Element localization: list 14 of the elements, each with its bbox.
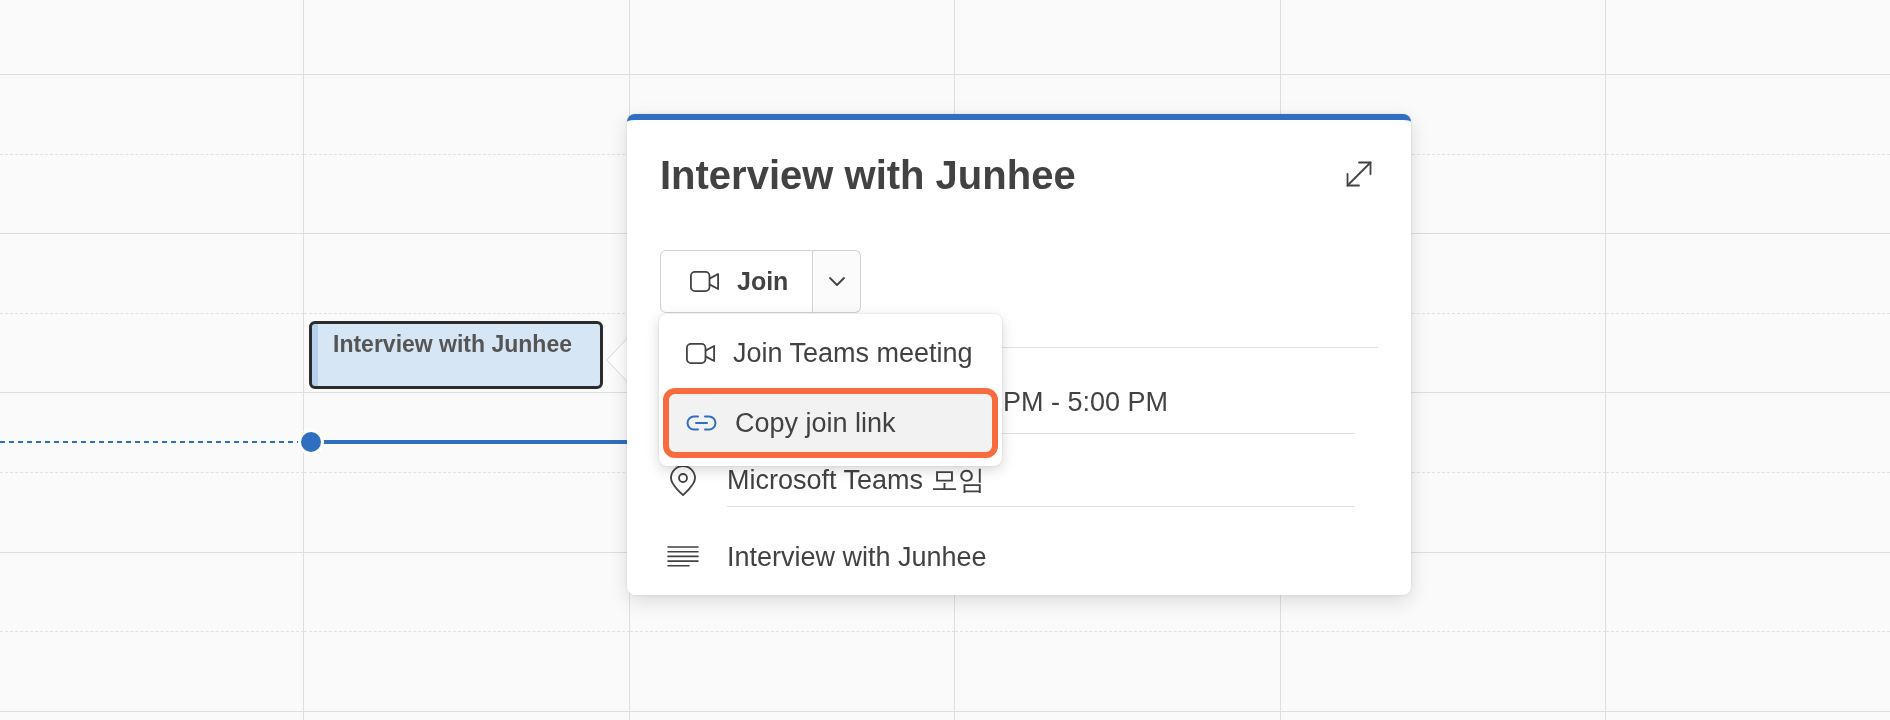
expand-icon[interactable] [1345, 160, 1373, 188]
event-location: Microsoft Teams 모임 [727, 466, 985, 494]
join-button[interactable]: Join [660, 250, 813, 313]
video-camera-icon [686, 342, 715, 364]
event-time: PM - 5:00 PM [1003, 386, 1169, 418]
text-lines-icon [667, 546, 699, 567]
link-icon [686, 415, 717, 431]
popup-title: Interview with Junhee [660, 152, 1076, 199]
event-description: Interview with Junhee [727, 542, 987, 572]
menu-item[interactable]: Copy join link [663, 388, 998, 458]
video-camera-icon [690, 271, 719, 292]
location-pin-icon [670, 466, 696, 496]
calendar-event[interactable]: Interview with Junhee [309, 321, 603, 389]
chevron-down-icon [828, 277, 845, 286]
